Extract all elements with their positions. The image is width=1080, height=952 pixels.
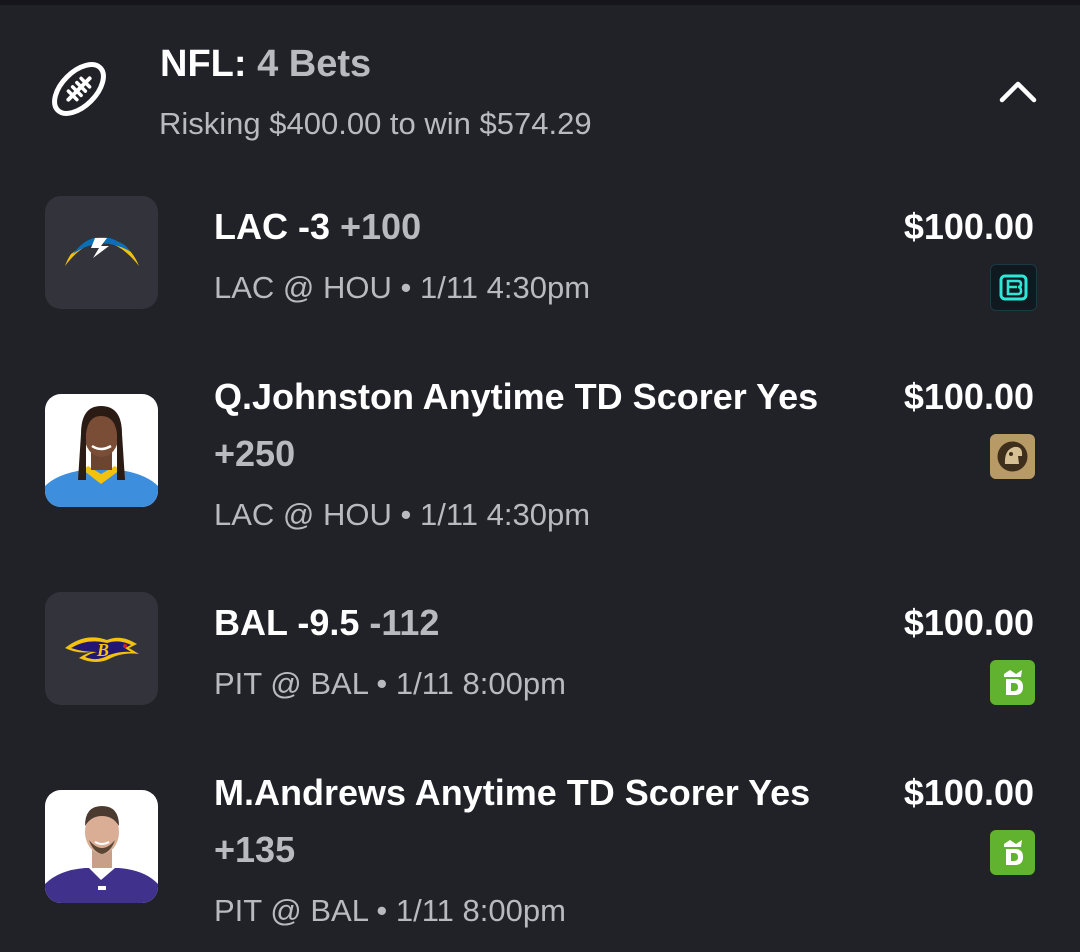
svg-text:B: B bbox=[96, 640, 109, 660]
matchup-info: LAC @ HOU • 1/11 4:30pm bbox=[214, 270, 591, 305]
chevron-up-icon bbox=[999, 81, 1037, 103]
football-icon bbox=[46, 56, 112, 122]
player-photo bbox=[45, 790, 158, 903]
bet-selection: Q.Johnston Anytime TD Scorer Yes bbox=[214, 376, 819, 417]
bet-selection: BAL -9.5 -112 bbox=[214, 600, 439, 646]
espn-bet-logo bbox=[990, 264, 1037, 311]
bet-selection: M.Andrews Anytime TD Scorer Yes bbox=[214, 772, 811, 813]
league-label: NFL: bbox=[160, 43, 247, 85]
odds-text: +135 bbox=[214, 829, 296, 870]
draftkings-logo bbox=[990, 830, 1035, 875]
ravens-logo: B bbox=[45, 592, 158, 705]
matchup-info: PIT @ BAL • 1/11 8:00pm bbox=[214, 893, 566, 928]
matchup-info: PIT @ BAL • 1/11 8:00pm bbox=[214, 666, 566, 701]
selection-text: BAL -9.5 bbox=[214, 602, 360, 643]
stake-amount: $100.00 bbox=[903, 772, 1034, 813]
top-divider bbox=[0, 0, 1080, 5]
section-title: NFL: 4 Bets bbox=[160, 40, 371, 88]
player-photo bbox=[45, 394, 158, 507]
draftkings-logo bbox=[990, 660, 1035, 705]
stake-amount: $100.00 bbox=[903, 376, 1034, 417]
stake-amount: $100.00 bbox=[903, 602, 1034, 643]
bet-count: 4 Bets bbox=[257, 43, 372, 85]
selection-text: LAC -3 bbox=[214, 206, 330, 247]
chargers-logo bbox=[45, 196, 158, 309]
risk-summary: Risking $400.00 to win $574.29 bbox=[159, 106, 592, 141]
stake-amount: $100.00 bbox=[903, 206, 1034, 247]
matchup-info: LAC @ HOU • 1/11 4:30pm bbox=[214, 497, 591, 532]
collapse-button[interactable] bbox=[994, 74, 1042, 108]
odds-text: +100 bbox=[340, 206, 422, 247]
odds-text: +250 bbox=[214, 433, 296, 474]
bet-selection: LAC -3 +100 bbox=[214, 204, 421, 250]
caesars-logo bbox=[990, 434, 1035, 479]
odds-text: -112 bbox=[369, 602, 440, 643]
